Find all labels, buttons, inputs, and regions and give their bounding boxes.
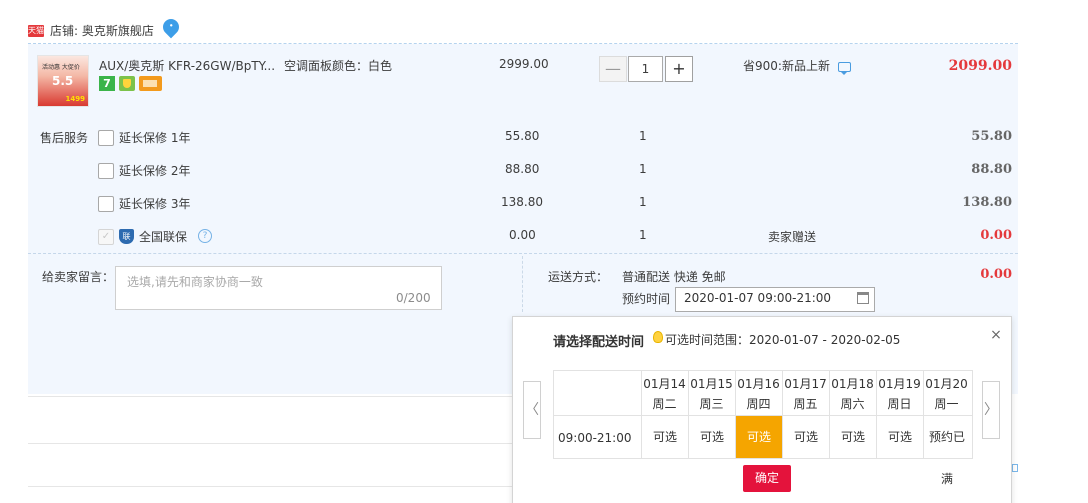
slot-cell[interactable]: 可选: [689, 416, 735, 458]
slot-cell[interactable]: 可选: [783, 416, 829, 458]
day-date: 01月18: [831, 377, 874, 391]
shop-divider: [28, 43, 1018, 44]
warranty-2y-checkbox[interactable]: [98, 163, 114, 179]
national-warranty-label: 全国联保: [139, 230, 188, 244]
help-icon[interactable]: ?: [198, 229, 212, 243]
warranty-1y-price: 55.80: [505, 129, 540, 143]
warranty-2y-price: 88.80: [505, 162, 540, 176]
slot-cell-selected[interactable]: 可选: [736, 416, 782, 458]
slot-time-label: 09:00-21:00: [558, 431, 632, 445]
day-week: 周一: [934, 397, 959, 411]
confirm-button[interactable]: 确定: [743, 465, 791, 492]
product-spec: 空调面板颜色：白色: [284, 59, 393, 73]
thumb-promo-number: 5.5: [52, 74, 74, 88]
day-date: 01月14: [643, 377, 686, 391]
national-warranty-total: 0.00: [980, 228, 1012, 243]
slot-cell[interactable]: 可选: [877, 416, 923, 458]
guarantee-shield-icon[interactable]: [119, 76, 135, 91]
thumb-banner-text: 活动惠 大促价: [42, 64, 80, 71]
appointment-time-label: 预约时间: [622, 292, 671, 306]
delivery-time-grid: 09:00-21:00 01月14 周二 可选 01月15 周三 可选 01月1…: [553, 370, 973, 486]
warranty-3y-price: 138.80: [501, 195, 543, 209]
slot-cell[interactable]: 可选: [830, 416, 876, 458]
vertical-divider: [522, 256, 523, 312]
quantity-input[interactable]: 1: [628, 56, 663, 82]
day-date: 01月17: [784, 377, 827, 391]
shop-name-link[interactable]: 店铺: 奥克斯旗舰店: [50, 22, 154, 39]
warranty-3y-total: 138.80: [962, 195, 1012, 210]
promotion-text: 省900:新品上新: [743, 59, 830, 73]
day-date: 01月15: [690, 377, 733, 391]
day-week: 周二: [652, 397, 677, 411]
slot-cell-full: 预约已满: [928, 430, 965, 486]
item-total-price: 2099.00: [948, 58, 1012, 74]
lightbulb-icon: [653, 331, 663, 343]
seven-day-return-icon[interactable]: 7: [99, 76, 115, 91]
seller-message-placeholder: 选填,请先和商家协商一致: [127, 275, 263, 289]
warranty-3y-qty: 1: [639, 195, 647, 209]
shipping-method-label: 运送方式：: [548, 270, 609, 284]
order-confirm-page: 天猫 店铺: 奥克斯旗舰店 • 活动惠 大促价 5.5 1499 AUX/奥克斯…: [0, 0, 1088, 503]
product-thumbnail[interactable]: 活动惠 大促价 5.5 1499: [37, 55, 89, 107]
day-week: 周五: [793, 397, 818, 411]
warranty-2y-qty: 1: [639, 162, 647, 176]
warranty-1y-qty: 1: [639, 129, 647, 143]
warranty-1y-checkbox[interactable]: [98, 130, 114, 146]
prev-week-button[interactable]: 〈: [523, 381, 541, 439]
national-warranty-checkbox: ✓: [98, 229, 114, 245]
row-divider: [28, 443, 513, 444]
quantity-decrease-button[interactable]: —: [599, 56, 627, 82]
wangwang-chat-icon[interactable]: •: [159, 15, 183, 39]
after-sale-label: 售后服务: [40, 131, 89, 145]
national-warranty-price: 0.00: [509, 228, 536, 242]
seller-message-label: 给卖家留言：: [42, 270, 115, 284]
warranty-1y-total: 55.80: [971, 129, 1012, 144]
section-divider: [28, 253, 1018, 254]
appointment-time-value: 2020-01-07 09:00-21:00: [684, 291, 832, 305]
warranty-3y-label: 延长保修 3年: [119, 197, 191, 211]
national-warranty-icon: 联: [119, 229, 134, 244]
calendar-icon[interactable]: [857, 292, 869, 304]
day-date: 01月20: [925, 377, 968, 391]
next-week-button[interactable]: 〉: [982, 381, 1000, 439]
product-title-link[interactable]: AUX/奥克斯 KFR-26GW/BpTY...: [99, 57, 275, 74]
quantity-increase-button[interactable]: +: [665, 56, 693, 82]
row-divider: [28, 396, 513, 397]
warranty-2y-total: 88.80: [971, 162, 1012, 177]
warranty-3y-checkbox[interactable]: [98, 196, 114, 212]
national-warranty-qty: 1: [639, 228, 647, 242]
day-week: 周六: [840, 397, 865, 411]
slot-cell[interactable]: 可选: [642, 416, 688, 458]
promo-comment-icon[interactable]: [838, 62, 851, 75]
tmall-badge-icon: 天猫: [28, 25, 44, 37]
popup-title: 请选择配送时间: [553, 335, 645, 350]
side-edge-icon: [1012, 464, 1018, 472]
credit-card-icon[interactable]: [139, 76, 162, 91]
day-week: 周四: [746, 397, 771, 411]
shipping-method-value: 普通配送 快递 免邮: [622, 270, 726, 284]
day-week: 周日: [887, 397, 912, 411]
day-week: 周三: [699, 397, 724, 411]
row-divider: [28, 486, 513, 487]
close-icon[interactable]: ×: [989, 328, 1003, 342]
unit-price: 2999.00: [499, 57, 549, 71]
day-date: 01月19: [878, 377, 921, 391]
warranty-1y-label: 延长保修 1年: [119, 131, 191, 145]
seller-gift-label: 卖家赠送: [768, 230, 817, 244]
warranty-2y-label: 延长保修 2年: [119, 164, 191, 178]
shipping-fee: 0.00: [980, 267, 1012, 282]
seller-message-counter: 0/200: [396, 291, 431, 305]
day-date: 01月16: [737, 377, 780, 391]
thumb-price-text: 1499: [65, 95, 85, 103]
popup-time-range: 可选时间范围：2020-01-07 - 2020-02-05: [665, 333, 901, 347]
